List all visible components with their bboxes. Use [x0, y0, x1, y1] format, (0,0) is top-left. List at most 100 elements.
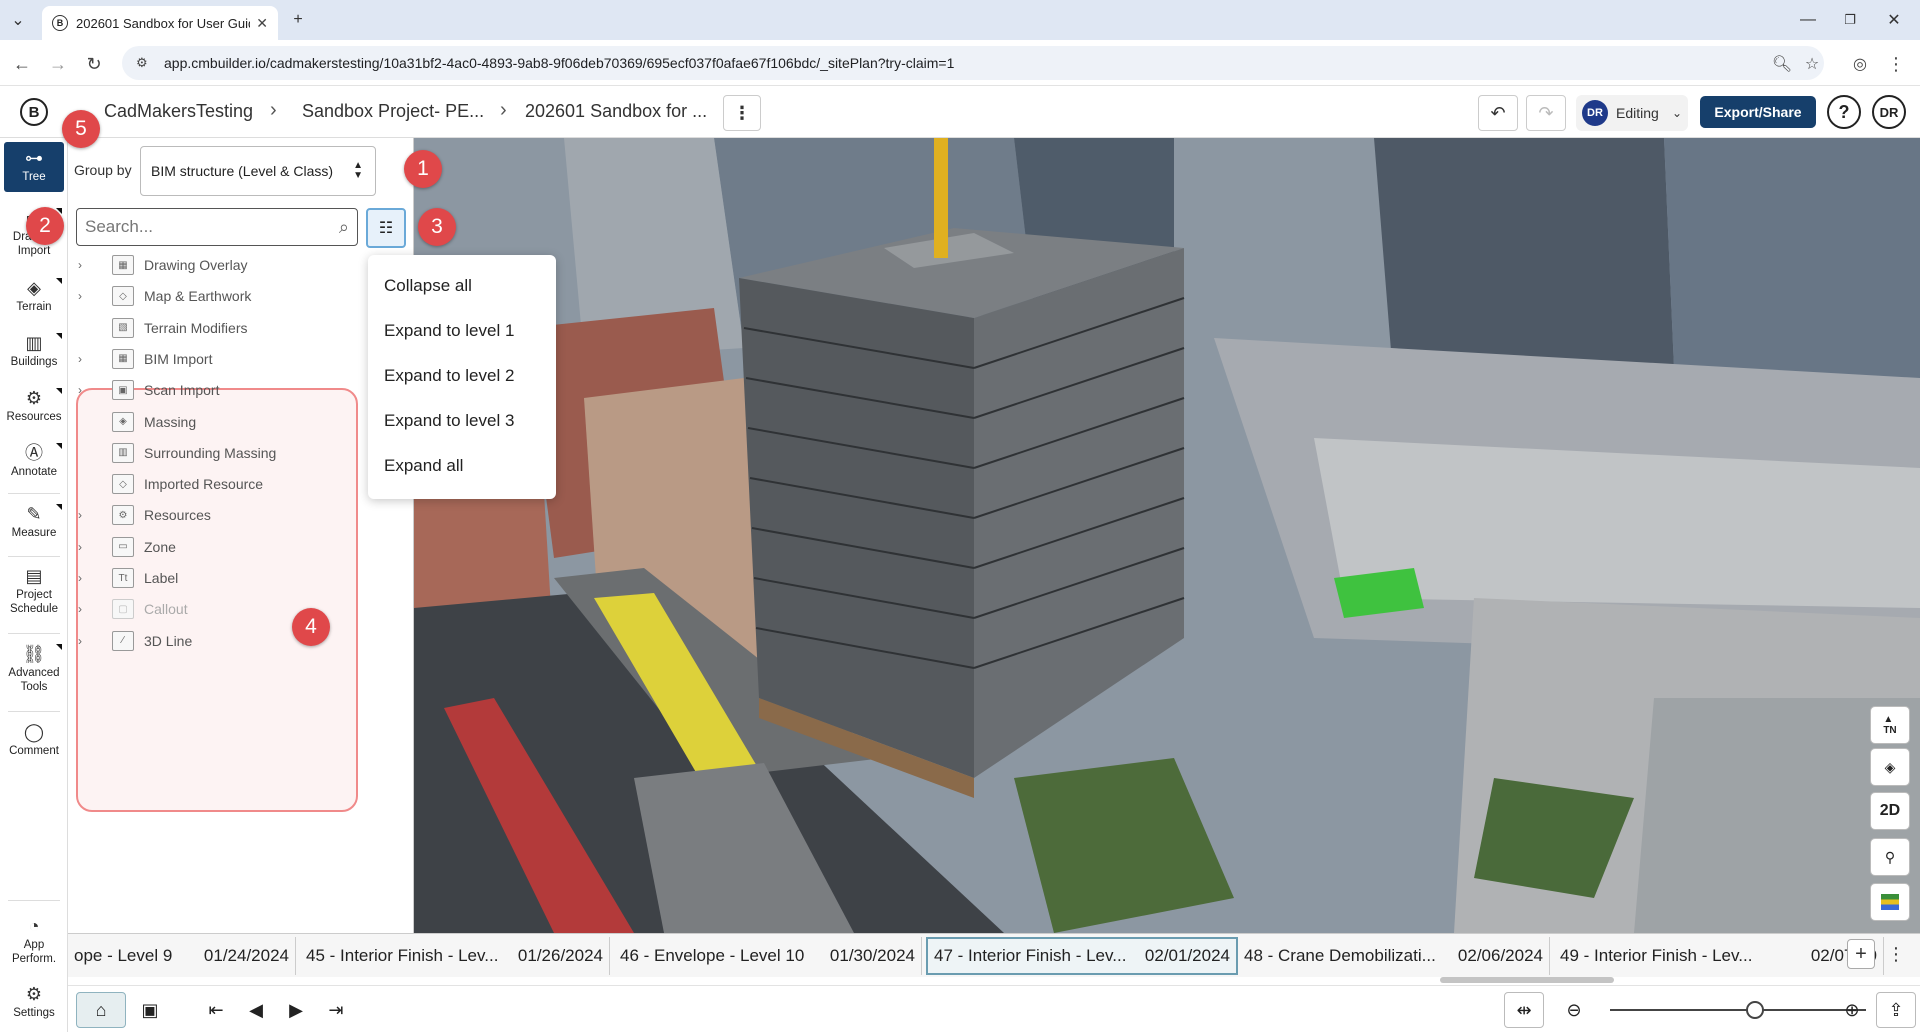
menu-item-collapse-all[interactable]: Collapse all	[368, 263, 556, 308]
expand-chevron-icon[interactable]: ›	[78, 508, 96, 522]
more-options-button[interactable]: ⋮	[723, 95, 761, 131]
timeline-task[interactable]: 49 - Interior Finish - Lev... 02/07/20	[1554, 937, 1884, 975]
breadcrumb-site[interactable]: 202601 Sandbox for ...	[525, 101, 707, 122]
breadcrumb-org[interactable]: CadMakersTesting	[104, 101, 253, 122]
tree-item[interactable]: › ▢ Callout	[68, 594, 414, 624]
fit-width-button[interactable]: ⇹	[1504, 992, 1544, 1028]
tree-item[interactable]: › ▦ Drawing Overlay	[68, 250, 414, 280]
profile-icon[interactable]: ◎	[1846, 50, 1874, 78]
expand-chevron-icon[interactable]: ›	[78, 352, 96, 366]
url-field[interactable]: ⚙ app.cmbuilder.io/cadmakerstesting/10a3…	[122, 46, 1824, 80]
breadcrumb-project[interactable]: Sandbox Project- PE...	[302, 101, 484, 122]
search-input[interactable]	[85, 217, 339, 237]
redo-button[interactable]: ↷	[1526, 95, 1566, 131]
close-window-icon[interactable]: ✕	[1882, 8, 1906, 32]
step-back-button[interactable]: ◀	[236, 992, 276, 1028]
tree-item[interactable]: ▧ Terrain Modifiers	[68, 313, 414, 343]
expand-chevron-icon[interactable]: ›	[78, 634, 96, 648]
play-button[interactable]: ▶	[276, 992, 316, 1028]
expand-levels-button[interactable]: ☷	[366, 208, 406, 248]
nav-buildings[interactable]: ▥ Buildings	[2, 333, 66, 369]
address-bar-area: ← → ↻ ⚙ app.cmbuilder.io/cadmakerstestin…	[0, 40, 1920, 86]
forward-icon[interactable]: →	[44, 50, 72, 78]
browser-tab[interactable]: B 202601 Sandbox for User Guide ✕	[42, 6, 278, 40]
app-logo[interactable]: B	[20, 98, 48, 126]
view-2d-button[interactable]: 2D	[1870, 792, 1910, 830]
reload-icon[interactable]: ↻	[80, 50, 108, 78]
menu-item-expand-to-level-3[interactable]: Expand to level 3	[368, 398, 556, 443]
editing-mode-dropdown[interactable]: DR Editing ⌄	[1576, 95, 1688, 131]
skip-to-end-button[interactable]: ⇥	[316, 992, 356, 1028]
nav-advanced-tools[interactable]: ⛓ Advanced Tools	[2, 644, 66, 694]
expand-chevron-icon[interactable]: ›	[78, 602, 96, 616]
nav-settings[interactable]: ⚙ Settings	[2, 984, 66, 1020]
export-frame-button[interactable]: ⇪	[1876, 992, 1916, 1028]
timeline-task[interactable]: 48 - Crane Demobilizati... 02/06/2024	[1238, 937, 1550, 975]
tree-item[interactable]: › ◇ Map & Earthwork	[68, 281, 414, 311]
pin-button[interactable]: ⚲	[1870, 838, 1910, 876]
zoom-icon[interactable]: 🔍︎	[1768, 50, 1796, 78]
timeline-scrollbar[interactable]	[1440, 977, 1614, 983]
tree-item[interactable]: ◇ Imported Resource	[68, 469, 414, 499]
tab-search-icon[interactable]: ⌄	[6, 8, 30, 32]
zoom-in-button[interactable]: ⊕	[1832, 992, 1872, 1028]
zoom-slider-handle[interactable]	[1746, 1001, 1764, 1019]
skip-to-start-button[interactable]: ⇤	[196, 992, 236, 1028]
nav-terrain[interactable]: ◈ Terrain	[2, 278, 66, 314]
close-tab-icon[interactable]: ✕	[256, 15, 268, 32]
tree-item[interactable]: › ⚙ Resources	[68, 500, 414, 530]
nav-app-performance[interactable]: ◔ App Perform.	[2, 916, 66, 966]
nav-comment[interactable]: ◯ Comment	[2, 722, 66, 758]
timeline-task[interactable]: ope - Level 9 01/24/2024	[68, 937, 296, 975]
nav-measure[interactable]: ✎ Measure	[2, 504, 66, 540]
expand-chevron-icon[interactable]: ›	[78, 289, 96, 303]
minimize-icon[interactable]: —	[1796, 8, 1820, 32]
expand-chevron-icon[interactable]: ›	[78, 540, 96, 554]
view-mode-presentation-button[interactable]: ▣	[130, 992, 170, 1028]
tree-item[interactable]: › ▣ Scan Import	[68, 375, 414, 405]
restore-icon[interactable]: ❐	[1838, 8, 1862, 32]
menu-item-expand-all[interactable]: Expand all	[368, 443, 556, 488]
zoom-slider-track[interactable]	[1610, 1009, 1866, 1011]
viewport-3d[interactable]	[414, 138, 1920, 933]
new-tab-icon[interactable]: +	[286, 8, 310, 32]
view-mode-3d-button[interactable]: ⌂	[76, 992, 126, 1028]
terrain-modifiers-icon: ▧	[112, 317, 134, 338]
add-task-button[interactable]: +	[1847, 939, 1875, 969]
search-box[interactable]: ⌕	[76, 208, 358, 246]
user-avatar-button[interactable]: DR	[1872, 95, 1906, 129]
timeline-task[interactable]: 45 - Interior Finish - Lev... 01/26/2024	[300, 937, 610, 975]
bookmark-star-icon[interactable]: ☆	[1798, 50, 1826, 78]
layers-button[interactable]: ◈	[1870, 748, 1910, 786]
timeline-task[interactable]: 46 - Envelope - Level 10 01/30/2024	[614, 937, 922, 975]
expand-chevron-icon[interactable]: ›	[78, 383, 96, 397]
tree-item[interactable]: › ▦ BIM Import	[68, 344, 414, 374]
true-north-button[interactable]: ▲ TN	[1870, 706, 1910, 744]
menu-item-expand-to-level-2[interactable]: Expand to level 2	[368, 353, 556, 398]
site-info-icon[interactable]: ⚙	[136, 55, 152, 71]
menu-item-expand-to-level-1[interactable]: Expand to level 1	[368, 308, 556, 353]
nav-annotate[interactable]: Ⓐ Annotate	[2, 443, 66, 479]
tree-item[interactable]: ▥ Surrounding Massing	[68, 438, 414, 468]
browser-menu-icon[interactable]: ⋮	[1882, 50, 1910, 78]
tree-item[interactable]: › ▭ Zone	[68, 532, 414, 562]
tree-item[interactable]: › Tt Label	[68, 563, 414, 593]
zoom-out-button[interactable]: ⊖	[1554, 992, 1594, 1028]
expand-chevron-icon[interactable]: ›	[78, 258, 96, 272]
layers-icon: ◈	[1884, 758, 1896, 775]
tree-item[interactable]: › ∕ 3D Line	[68, 626, 414, 656]
nav-tree[interactable]: ⊶ Tree	[4, 142, 64, 192]
expand-chevron-icon[interactable]: ›	[78, 571, 96, 585]
undo-button[interactable]: ↶	[1478, 95, 1518, 131]
export-share-button[interactable]: Export/Share	[1700, 96, 1816, 128]
nav-project-schedule[interactable]: ▤ Project Schedule	[2, 566, 66, 616]
tree-item[interactable]: ◈ Massing	[68, 407, 414, 437]
group-by-select[interactable]: BIM structure (Level & Class) ▲ ▼	[140, 146, 376, 196]
timeline-more-button[interactable]: ⋮	[1882, 939, 1910, 969]
nav-resources[interactable]: ⚙ Resources	[2, 388, 66, 424]
timeline-task[interactable]: 47 - Interior Finish - Lev... 02/01/2024	[926, 937, 1238, 975]
help-button[interactable]: ?	[1827, 95, 1861, 129]
back-icon[interactable]: ←	[8, 50, 36, 78]
search-icon[interactable]: ⌕	[339, 217, 349, 238]
legend-button[interactable]	[1870, 883, 1910, 921]
